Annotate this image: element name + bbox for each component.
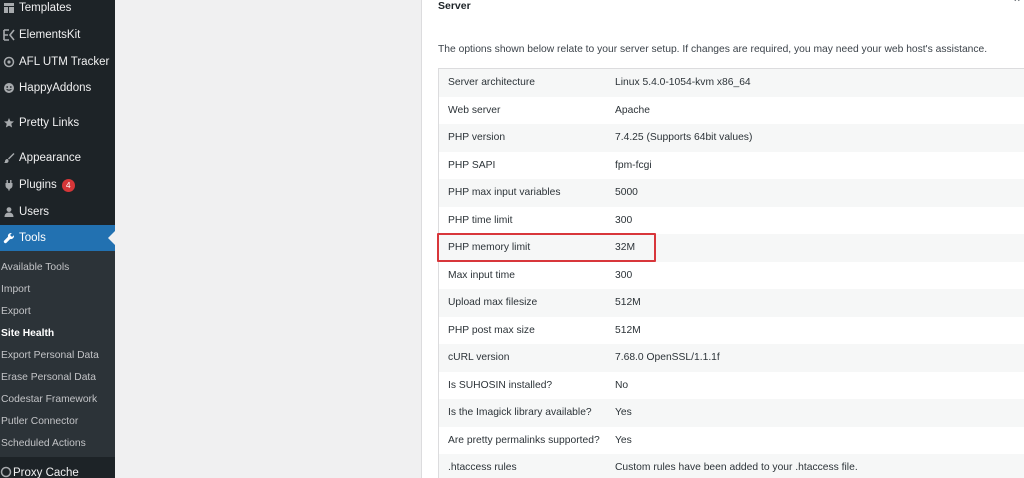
table-row: Max input time 300 <box>439 261 1024 289</box>
row-label: Is SUHOSIN installed? <box>448 379 553 391</box>
table-row: cURL version 7.68.0 OpenSSL/1.1.1f <box>439 344 1024 372</box>
sidebar-item-label: Appearance <box>19 152 82 164</box>
submenu-item-erase-personal-data[interactable]: Erase Personal Data <box>0 368 115 388</box>
sidebar-item-happyaddons[interactable]: HappyAddons <box>0 75 115 101</box>
table-row: Web server Apache <box>439 96 1024 124</box>
sidebar-item-pretty-links[interactable]: Pretty Links <box>0 110 115 136</box>
table-row: PHP post max size 512M <box>439 316 1024 344</box>
wrench-icon <box>1 230 17 246</box>
row-value: No <box>615 379 629 391</box>
submenu-item-export[interactable]: Export <box>0 302 115 322</box>
row-label: Is the Imagick library available? <box>448 407 592 419</box>
submenu-item-available-tools[interactable]: Available Tools <box>0 258 115 278</box>
user-icon <box>1 204 17 220</box>
sidebar-item-label: Tools <box>19 232 46 244</box>
row-label: PHP version <box>448 132 506 144</box>
cache-icon <box>0 466 12 478</box>
tracker-icon <box>1 54 17 70</box>
row-value: Yes <box>615 434 632 446</box>
collapse-toggle-icon[interactable]: ⌃ <box>1012 0 1022 10</box>
tools-submenu: Available Tools Import Export Site Healt… <box>0 251 115 457</box>
row-label: PHP SAPI <box>448 159 496 171</box>
submenu-item-putler-connector[interactable]: Putler Connector <box>0 412 115 432</box>
panel-title: Server <box>438 0 471 12</box>
server-info-table: Server architecture Linux 5.4.0-1054-kvm… <box>438 68 1024 478</box>
table-row: Server architecture Linux 5.4.0-1054-kvm… <box>439 69 1024 97</box>
sidebar-item-label: AFL UTM Tracker <box>19 56 110 68</box>
table-row: .htaccess rules Custom rules have been a… <box>439 454 1024 478</box>
sidebar-item-label: HappyAddons <box>19 82 92 94</box>
templates-icon <box>1 0 17 16</box>
sidebar-item-plugins[interactable]: Plugins 4 <box>0 172 115 198</box>
submenu-item-codestar-framework[interactable]: Codestar Framework <box>0 390 115 410</box>
row-value: 5000 <box>615 187 638 199</box>
table-row: Is SUHOSIN installed? No <box>439 371 1024 399</box>
sidebar-item-appearance[interactable]: Appearance <box>0 145 115 171</box>
sidebar-item-label: Templates <box>19 2 72 14</box>
row-value: fpm-fcgi <box>615 159 652 171</box>
submenu-item-export-personal-data[interactable]: Export Personal Data <box>0 346 115 366</box>
sidebar-item-elementskit[interactable]: ElementsKit <box>0 22 115 48</box>
row-label: .htaccess rules <box>448 462 517 474</box>
row-value: 300 <box>615 269 633 281</box>
active-menu-arrow <box>108 231 115 245</box>
sidebar-item-tools[interactable]: Tools <box>0 225 115 251</box>
row-label: Upload max filesize <box>448 297 538 309</box>
brush-icon <box>1 150 17 166</box>
elementskit-icon <box>1 27 17 43</box>
plugin-icon <box>1 177 17 193</box>
row-value: Yes <box>615 407 632 419</box>
star-icon <box>1 115 17 131</box>
row-value: 512M <box>615 297 641 309</box>
screen: Templates ElementsKit AFL UTM Tracker Ha… <box>0 0 1024 478</box>
row-value: 512M <box>615 324 641 336</box>
happyaddons-icon <box>1 80 17 96</box>
table-row: PHP max input variables 5000 <box>439 179 1024 207</box>
table-row: PHP time limit 300 <box>439 206 1024 234</box>
table-row: Are pretty permalinks supported? Yes <box>439 426 1024 454</box>
sidebar-item-label: Plugins <box>19 179 57 191</box>
submenu-item-scheduled-actions[interactable]: Scheduled Actions <box>0 434 115 454</box>
row-value: 300 <box>615 214 633 226</box>
table-row: PHP SAPI fpm-fcgi <box>439 151 1024 179</box>
row-label: Web server <box>448 104 501 116</box>
row-value: 7.68.0 OpenSSL/1.1.1f <box>615 352 720 364</box>
row-label: PHP post max size <box>448 324 535 336</box>
sidebar-item-label: Proxy Cache <box>13 467 79 478</box>
submenu-item-site-health[interactable]: Site Health <box>0 324 115 344</box>
row-label: Max input time <box>448 269 515 281</box>
row-value: Linux 5.4.0-1054-kvm x86_64 <box>615 77 751 89</box>
row-label: cURL version <box>448 352 510 364</box>
sidebar-item-afl-utm-tracker[interactable]: AFL UTM Tracker <box>0 49 115 75</box>
row-label: Are pretty permalinks supported? <box>448 434 600 446</box>
row-value: Custom rules have been added to your .ht… <box>615 462 858 474</box>
sidebar-item-label: Pretty Links <box>19 117 80 129</box>
row-label: Server architecture <box>448 77 535 89</box>
sidebar-item-templates[interactable]: Templates <box>0 0 115 21</box>
memory-limit-highlight <box>437 233 656 262</box>
row-label: PHP max input variables <box>448 187 561 199</box>
panel-description: The options shown below relate to your s… <box>438 44 988 55</box>
table-row: Is the Imagick library available? Yes <box>439 399 1024 427</box>
sidebar-item-label: ElementsKit <box>19 29 81 41</box>
submenu-item-import[interactable]: Import <box>0 280 115 300</box>
table-row: Upload max filesize 512M <box>439 289 1024 317</box>
row-value: 7.4.25 (Supports 64bit values) <box>615 132 753 144</box>
row-label: PHP time limit <box>448 214 513 226</box>
sidebar-item-users[interactable]: Users <box>0 199 115 225</box>
sidebar-item-proxy-cache[interactable]: Proxy Cache <box>0 460 115 478</box>
plugins-update-badge: 4 <box>61 178 75 192</box>
row-value: Apache <box>615 104 650 116</box>
sidebar-item-label: Users <box>19 206 50 218</box>
table-row: PHP version 7.4.25 (Supports 64bit value… <box>439 124 1024 152</box>
admin-sidebar: Templates ElementsKit AFL UTM Tracker Ha… <box>0 0 115 478</box>
